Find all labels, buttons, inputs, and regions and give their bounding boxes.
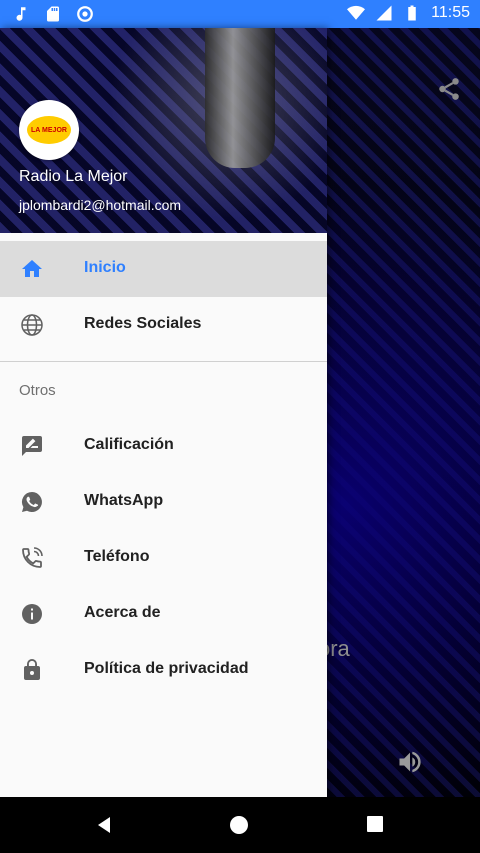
menu-item-label: Redes Sociales xyxy=(84,315,202,332)
phone-icon xyxy=(22,547,43,568)
whatsapp-icon xyxy=(22,492,42,512)
navigation-drawer: LA MEJOR Radio La Mejor jplombardi2@hotm… xyxy=(0,28,327,797)
status-time: 11:55 xyxy=(431,4,470,21)
microphone-image xyxy=(205,28,275,168)
sd-card-icon xyxy=(47,6,59,22)
station-logo-text: LA MEJOR xyxy=(31,126,67,134)
menu-item-label: WhatsApp xyxy=(84,492,164,509)
menu-item-politica-privacidad[interactable]: Política de privacidad xyxy=(0,642,327,698)
station-name: Radio La Mejor xyxy=(19,168,128,185)
menu-item-telefono[interactable]: Teléfono xyxy=(0,530,327,586)
back-icon[interactable] xyxy=(94,815,114,835)
volume-icon[interactable] xyxy=(396,748,424,776)
share-icon[interactable] xyxy=(436,76,462,102)
menu-item-label: Política de privacidad xyxy=(84,660,249,677)
menu-item-label: Teléfono xyxy=(84,548,150,565)
user-email: jplombardi2@hotmail.com xyxy=(19,197,182,213)
menu-item-whatsapp[interactable]: WhatsApp xyxy=(0,474,327,530)
home-icon xyxy=(22,260,42,277)
menu-item-redes-sociales[interactable]: Redes Sociales xyxy=(0,297,327,353)
menu-item-label: Calificación xyxy=(84,436,174,453)
circle-icon xyxy=(77,6,93,22)
status-right: 11:55 xyxy=(347,4,470,22)
globe-icon xyxy=(21,314,43,336)
recents-icon[interactable] xyxy=(366,815,384,833)
battery-icon xyxy=(408,5,416,21)
station-logo-avatar: LA MEJOR xyxy=(19,100,79,160)
status-bar: 11:55 xyxy=(0,0,480,28)
drawer-menu: Inicio Redes Sociales Otros Calificación… xyxy=(0,241,327,698)
system-navigation-bar xyxy=(0,797,480,853)
menu-item-acerca-de[interactable]: Acerca de xyxy=(0,586,327,642)
wifi-icon xyxy=(347,5,366,20)
music-note-icon xyxy=(16,7,26,21)
lock-icon xyxy=(24,659,40,680)
signal-icon xyxy=(376,5,392,21)
rate-review-icon xyxy=(22,436,42,456)
menu-item-label: Inicio xyxy=(84,259,126,276)
menu-item-inicio[interactable]: Inicio xyxy=(0,241,327,297)
section-title-otros: Otros xyxy=(19,381,56,399)
drawer-header: LA MEJOR Radio La Mejor jplombardi2@hotm… xyxy=(0,28,327,233)
menu-item-label: Acerca de xyxy=(84,604,161,621)
menu-item-calificacion[interactable]: Calificación xyxy=(0,418,327,474)
status-left-icons xyxy=(12,5,94,23)
station-logo: LA MEJOR xyxy=(27,116,71,144)
home-nav-icon[interactable] xyxy=(229,815,249,835)
info-icon xyxy=(22,604,42,624)
